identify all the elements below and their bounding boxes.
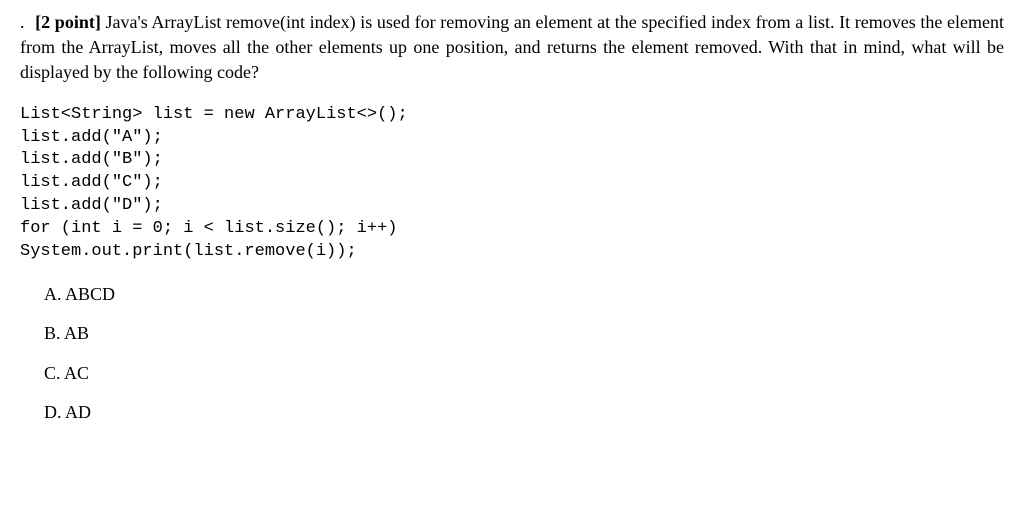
code-line-7: System.out.print(list.remove(i)); — [20, 242, 357, 261]
code-line-6b: i = 0; i < list.size(); i++) — [102, 219, 398, 238]
lead-period: . — [20, 12, 25, 32]
code-line-1a: List<String> list = — [20, 105, 224, 124]
code-keyword-new: new — [224, 105, 255, 124]
code-line-5: list.add("D"); — [20, 196, 163, 215]
code-block: List<String> list = new ArrayList<>(); l… — [20, 104, 1004, 265]
option-a: A. ABCD — [44, 282, 1004, 307]
prompt-text: Java's ArrayList remove(int index) is us… — [20, 12, 1004, 82]
option-d: D. AD — [44, 400, 1004, 425]
question-prompt: . [2 point] Java's ArrayList remove(int … — [20, 10, 1004, 86]
code-keyword-for: for — [20, 219, 51, 238]
code-line-1b: ArrayList<>(); — [255, 105, 408, 124]
code-line-6a: ( — [51, 219, 71, 238]
code-line-4: list.add("C"); — [20, 173, 163, 192]
points-label: [2 point] — [35, 12, 101, 32]
option-c: C. AC — [44, 361, 1004, 386]
code-line-2: list.add("A"); — [20, 128, 163, 147]
answer-options: A. ABCD B. AB C. AC D. AD — [44, 282, 1004, 425]
option-b: B. AB — [44, 321, 1004, 346]
code-keyword-int: int — [71, 219, 102, 238]
code-line-3: list.add("B"); — [20, 150, 163, 169]
